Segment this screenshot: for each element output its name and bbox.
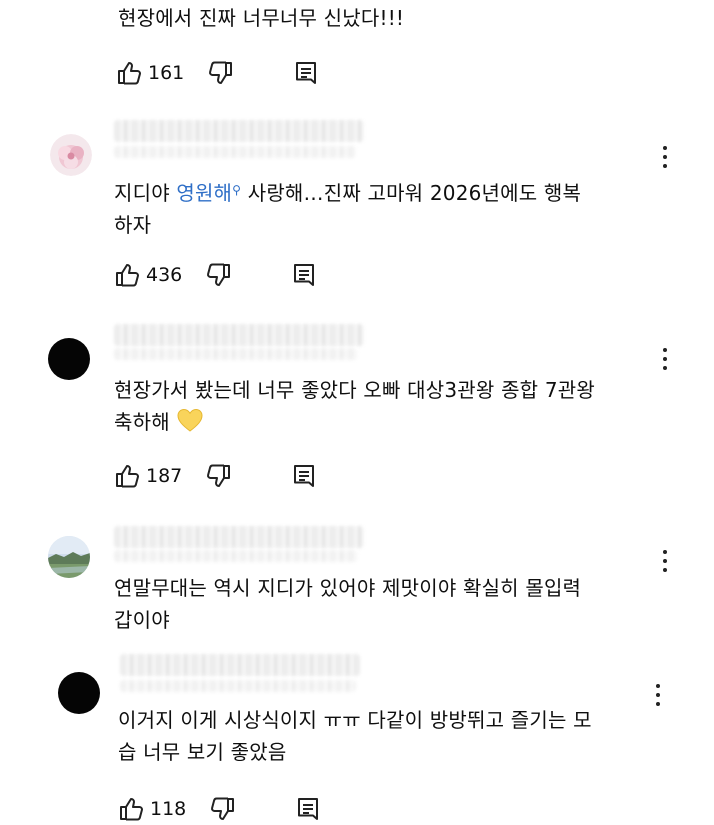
more-options-button[interactable] <box>662 348 668 370</box>
reply-icon <box>294 61 318 85</box>
comment-text-part: 현장가서 봤는데 너무 좋았다 오빠 대상3관왕 종합 7관왕 <box>114 378 595 402</box>
author-name <box>114 324 364 346</box>
like-button[interactable]: 118 <box>118 796 186 822</box>
more-options-button[interactable] <box>655 684 661 706</box>
like-count: 161 <box>148 62 185 84</box>
dislike-button[interactable] <box>210 796 236 822</box>
comment-text-part: 이거지 이게 시상식이지 ㅠㅠ 다같이 방방뛰고 즐기는 모 <box>118 708 592 732</box>
reply-icon <box>292 263 316 287</box>
thumbs-up-icon <box>116 60 142 86</box>
like-count: 118 <box>150 798 187 820</box>
author-name <box>114 120 364 142</box>
avatar[interactable] <box>50 134 92 176</box>
avatar[interactable] <box>48 536 90 578</box>
comment-text-part: 사랑해…진짜 고마워 2026년에도 행복 <box>241 181 582 205</box>
avatar[interactable] <box>58 672 100 714</box>
search-icon: ⚲ <box>232 183 242 197</box>
comment-text: 현장에서 진짜 너무너무 신났다!!! <box>118 6 405 30</box>
comment-1: 현장에서 진짜 너무너무 신났다!!! 161 <box>0 0 714 100</box>
comment-text: 연말무대는 역시 지디가 있어야 제맛이야 확실히 몰입력 갑이야 <box>114 572 694 636</box>
author-handle <box>114 550 358 562</box>
comment-text: 이거지 이게 시상식이지 ㅠㅠ 다같이 방방뛰고 즐기는 모 습 너무 보기 좋… <box>118 704 698 768</box>
thumbs-down-icon <box>206 262 232 288</box>
like-button[interactable]: 436 <box>114 262 182 288</box>
thumbs-up-icon <box>114 463 140 489</box>
reply-button[interactable] <box>294 61 318 85</box>
comment-actions: 161 <box>116 58 318 88</box>
comment-actions: 118 <box>118 794 320 824</box>
thumbs-down-icon <box>206 463 232 489</box>
reply-icon <box>292 464 316 488</box>
comment-4: 연말무대는 역시 지디가 있어야 제맛이야 확실히 몰입력 갑이야 <box>0 520 714 650</box>
reply-button[interactable] <box>296 797 320 821</box>
dislike-button[interactable] <box>206 262 232 288</box>
comment-actions: 187 <box>114 461 316 491</box>
author-name <box>114 526 364 548</box>
like-count: 187 <box>146 465 183 487</box>
author-handle <box>114 348 358 360</box>
reply-button[interactable] <box>292 464 316 488</box>
comment-5: 이거지 이게 시상식이지 ㅠㅠ 다같이 방방뛰고 즐기는 모 습 너무 보기 좋… <box>0 650 714 825</box>
thumbs-down-icon <box>208 60 234 86</box>
author-name <box>120 654 360 676</box>
comment-text-part: 축하해 <box>114 410 170 434</box>
reply-icon <box>296 797 320 821</box>
comment-text-part: 연말무대는 역시 지디가 있어야 제맛이야 확실히 몰입력 <box>114 576 582 600</box>
flower-avatar-image <box>50 134 92 176</box>
thumbs-up-icon <box>114 262 140 288</box>
like-button[interactable]: 161 <box>116 60 184 86</box>
comment-text: 현장가서 봤는데 너무 좋았다 오빠 대상3관왕 종합 7관왕 축하해 <box>114 374 694 438</box>
avatar[interactable] <box>48 338 90 380</box>
comment-text-part: 습 너무 보기 좋았음 <box>118 740 287 764</box>
dislike-button[interactable] <box>206 463 232 489</box>
dislike-button[interactable] <box>208 60 234 86</box>
like-button[interactable]: 187 <box>114 463 182 489</box>
more-options-button[interactable] <box>662 550 668 572</box>
thumbs-down-icon <box>210 796 236 822</box>
mention-link[interactable]: 영원해 <box>176 181 232 205</box>
author-handle <box>120 680 356 692</box>
reply-button[interactable] <box>292 263 316 287</box>
comment-2: 지디야 영원해⚲ 사랑해…진짜 고마워 2026년에도 행복 하자 436 <box>0 118 714 308</box>
comment-text-part: 하자 <box>114 213 152 237</box>
yellow-heart-icon <box>177 408 203 432</box>
comment-actions: 436 <box>114 260 316 290</box>
landscape-avatar-image <box>48 536 90 578</box>
comment-text: 지디야 영원해⚲ 사랑해…진짜 고마워 2026년에도 행복 하자 <box>114 174 674 241</box>
comment-text-part: 지디야 <box>114 181 177 205</box>
author-handle <box>114 146 356 158</box>
comment-text-part: 갑이야 <box>114 608 170 632</box>
like-count: 436 <box>146 264 183 286</box>
comment-3: 현장가서 봤는데 너무 좋았다 오빠 대상3관왕 종합 7관왕 축하해 187 <box>0 318 714 508</box>
more-options-button[interactable] <box>662 146 668 168</box>
thumbs-up-icon <box>118 796 144 822</box>
